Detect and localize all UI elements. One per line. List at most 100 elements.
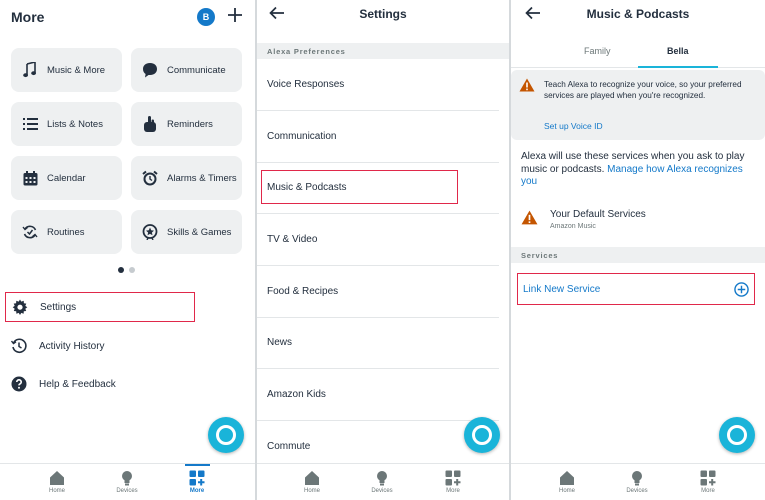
nav-label: Home bbox=[303, 488, 320, 494]
list-icon bbox=[21, 115, 39, 133]
tile-alarms-timers[interactable]: Alarms & Timers bbox=[131, 156, 242, 200]
home-icon bbox=[560, 471, 574, 485]
lightbulb-icon bbox=[377, 471, 387, 486]
tile-label: Skills & Games bbox=[167, 226, 232, 238]
tile-label: Reminders bbox=[167, 118, 213, 130]
nav-label: Home bbox=[558, 488, 575, 494]
page-title: More bbox=[11, 9, 45, 25]
link-new-service-button[interactable]: Link New Service bbox=[517, 273, 755, 305]
default-services-title: Your Default Services bbox=[550, 209, 646, 220]
settings-item[interactable]: TV & Video bbox=[257, 214, 499, 266]
page-title: Music & Podcasts bbox=[586, 7, 690, 21]
default-services-value: Amazon Music bbox=[550, 223, 596, 230]
tile-label: Communicate bbox=[167, 64, 226, 76]
alexa-button[interactable] bbox=[719, 417, 755, 453]
page-indicator bbox=[118, 267, 135, 273]
page-dot-active bbox=[118, 267, 124, 273]
reminder-hand-icon bbox=[141, 115, 159, 133]
tile-calendar[interactable]: Calendar bbox=[11, 156, 122, 200]
settings-item[interactable]: Communication bbox=[257, 111, 499, 163]
chat-bubble-icon bbox=[141, 61, 159, 79]
menu-label: Help & Feedback bbox=[39, 378, 116, 390]
avatar[interactable]: B bbox=[197, 8, 215, 26]
routines-icon bbox=[21, 223, 39, 241]
services-info: Alexa will use these services when you a… bbox=[521, 151, 751, 189]
tile-skills-games[interactable]: Skills & Games bbox=[131, 210, 242, 254]
nav-devices[interactable]: Devices bbox=[617, 470, 657, 494]
tile-lists-notes[interactable]: Lists & Notes bbox=[11, 102, 122, 146]
settings-item[interactable]: Food & Recipes bbox=[257, 266, 499, 318]
nav-label: More bbox=[189, 488, 205, 494]
default-services-row[interactable]: Your Default Services Amazon Music bbox=[521, 207, 755, 237]
alexa-button[interactable] bbox=[464, 417, 500, 453]
nav-more[interactable]: More bbox=[177, 470, 217, 494]
nav-label: More bbox=[701, 488, 715, 494]
home-icon bbox=[305, 471, 319, 485]
page-dot[interactable] bbox=[129, 267, 135, 273]
setup-voice-id-link[interactable]: Set up Voice ID bbox=[544, 121, 603, 131]
tab-active-indicator bbox=[638, 66, 718, 68]
highlight-box bbox=[261, 170, 458, 204]
tile-label: Alarms & Timers bbox=[167, 172, 237, 184]
nav-home[interactable]: Home bbox=[292, 470, 332, 494]
nav-label: Devices bbox=[116, 488, 138, 494]
lightbulb-icon bbox=[632, 471, 642, 486]
alexa-ring-icon bbox=[727, 425, 747, 445]
menu-item-activity-history[interactable]: Activity History bbox=[5, 331, 195, 361]
add-circle-icon bbox=[734, 282, 749, 297]
settings-panel: Settings Alexa Preferences Voice Respons… bbox=[257, 0, 509, 500]
tile-label: Music & More bbox=[47, 64, 106, 76]
add-icon[interactable] bbox=[226, 6, 244, 24]
nav-active-indicator bbox=[185, 464, 210, 466]
nav-label: Devices bbox=[371, 488, 393, 494]
alexa-ring-icon bbox=[472, 425, 492, 445]
voice-id-alert: Teach Alexa to recognize your voice, so … bbox=[511, 70, 765, 140]
menu-item-settings[interactable]: Settings bbox=[5, 292, 195, 322]
music-note-icon bbox=[21, 61, 39, 79]
alarm-clock-icon bbox=[141, 169, 159, 187]
alexa-ring-icon bbox=[216, 425, 236, 445]
nav-label: Devices bbox=[626, 488, 648, 494]
music-podcasts-panel: Music & Podcasts Family Bella Teach Alex… bbox=[511, 0, 765, 500]
menu-item-help-feedback[interactable]: Help & Feedback bbox=[5, 369, 195, 399]
settings-item[interactable]: Voice Responses bbox=[257, 59, 499, 111]
nav-home[interactable]: Home bbox=[547, 470, 587, 494]
tile-music-more[interactable]: Music & More bbox=[11, 48, 122, 92]
bottom-nav: Home Devices More bbox=[257, 463, 509, 500]
skills-icon bbox=[141, 223, 159, 241]
alexa-button[interactable] bbox=[208, 417, 244, 453]
nav-devices[interactable]: Devices bbox=[107, 470, 147, 494]
settings-item[interactable]: News bbox=[257, 317, 499, 369]
bottom-nav: Home Devices More bbox=[511, 463, 765, 500]
settings-item[interactable]: Amazon Kids bbox=[257, 369, 499, 421]
tile-communicate[interactable]: Communicate bbox=[131, 48, 242, 92]
section-header: Alexa Preferences bbox=[257, 43, 509, 59]
section-header: Services bbox=[511, 247, 765, 263]
gear-icon bbox=[12, 299, 28, 315]
tab-bella[interactable]: Bella bbox=[667, 46, 689, 56]
calendar-icon bbox=[21, 169, 39, 187]
more-grid-icon bbox=[700, 470, 716, 486]
warning-icon bbox=[521, 210, 538, 225]
nav-more[interactable]: More bbox=[688, 470, 728, 494]
tile-label: Routines bbox=[47, 226, 85, 238]
nav-home[interactable]: Home bbox=[37, 470, 77, 494]
menu-label: Settings bbox=[40, 301, 77, 313]
menu-label: Activity History bbox=[39, 340, 105, 352]
lightbulb-icon bbox=[122, 471, 132, 486]
tab-family[interactable]: Family bbox=[584, 46, 611, 56]
tile-routines[interactable]: Routines bbox=[11, 210, 122, 254]
nav-devices[interactable]: Devices bbox=[362, 470, 402, 494]
nav-more[interactable]: More bbox=[433, 470, 473, 494]
tile-label: Calendar bbox=[47, 172, 86, 184]
home-icon bbox=[50, 471, 64, 485]
more-grid-icon bbox=[189, 470, 205, 486]
nav-label: More bbox=[446, 488, 460, 494]
warning-icon bbox=[519, 78, 535, 92]
tile-reminders[interactable]: Reminders bbox=[131, 102, 242, 146]
alert-text: Teach Alexa to recognize your voice, so … bbox=[544, 80, 742, 100]
link-new-service-label: Link New Service bbox=[523, 283, 601, 295]
nav-label: Home bbox=[48, 488, 65, 494]
bottom-nav: Home Devices More bbox=[0, 463, 255, 500]
more-grid-icon bbox=[445, 470, 461, 486]
